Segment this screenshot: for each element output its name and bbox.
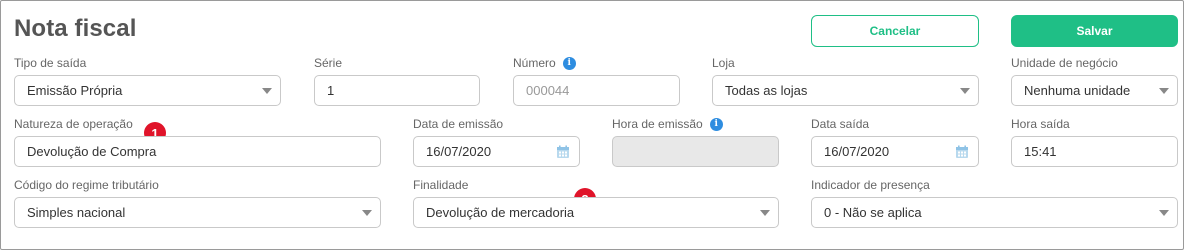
loja-value: Todas as lojas <box>725 83 808 98</box>
hora-emissao-input <box>612 136 779 167</box>
chevron-down-icon <box>760 210 770 216</box>
data-saida-value: 16/07/2020 <box>824 144 890 159</box>
info-icon[interactable]: i <box>562 56 576 70</box>
natureza-label: Natureza de operação <box>14 117 133 131</box>
loja-label: Loja <box>712 56 735 70</box>
finalidade-label: Finalidade <box>413 178 469 192</box>
serie-input[interactable]: 1 <box>314 75 480 106</box>
natureza-input[interactable]: Devolução de Compra <box>14 136 381 167</box>
hora-emissao-label: Hora de emissão i <box>612 117 723 131</box>
hora-saida-value: 15:41 <box>1024 144 1057 159</box>
unidade-value: Nenhuma unidade <box>1024 83 1131 98</box>
hora-saida-input[interactable]: 15:41 <box>1011 136 1178 167</box>
presenca-label: Indicador de presença <box>811 178 930 192</box>
finalidade-value: Devolução de mercadoria <box>426 205 575 220</box>
regime-value: Simples nacional <box>27 205 126 220</box>
data-emissao-value: 16/07/2020 <box>426 144 492 159</box>
chevron-down-icon <box>1159 88 1169 94</box>
data-saida-label: Data saída <box>811 117 870 131</box>
unidade-label: Unidade de negócio <box>1011 56 1118 70</box>
finalidade-select[interactable]: Devolução de mercadoria <box>413 197 779 228</box>
serie-value: 1 <box>327 83 335 98</box>
tipo-saida-value: Emissão Própria <box>27 83 123 98</box>
calendar-icon[interactable] <box>556 145 570 159</box>
tipo-saida-select[interactable]: Emissão Própria <box>14 75 281 106</box>
chevron-down-icon <box>362 210 372 216</box>
chevron-down-icon <box>960 88 970 94</box>
tipo-saida-label: Tipo de saída <box>14 56 87 70</box>
data-saida-input[interactable]: 16/07/2020 <box>811 136 979 167</box>
natureza-value: Devolução de Compra <box>27 144 157 159</box>
data-emissao-label: Data de emissão <box>413 117 504 131</box>
numero-label-text: Número <box>513 56 556 70</box>
regime-label: Código do regime tributário <box>14 178 159 192</box>
chevron-down-icon <box>1159 210 1169 216</box>
nota-fiscal-form: Nota fiscal Cancelar Salvar Tipo de saíd… <box>0 0 1184 250</box>
save-button[interactable]: Salvar <box>1011 15 1178 47</box>
data-emissao-input[interactable]: 16/07/2020 <box>413 136 580 167</box>
presenca-select[interactable]: 0 - Não se aplica <box>811 197 1178 228</box>
unidade-select[interactable]: Nenhuma unidade <box>1011 75 1178 106</box>
numero-label: Número i <box>513 56 576 70</box>
hora-emissao-label-text: Hora de emissão <box>612 117 703 131</box>
regime-select[interactable]: Simples nacional <box>14 197 381 228</box>
presenca-value: 0 - Não se aplica <box>824 205 922 220</box>
cancel-button[interactable]: Cancelar <box>811 15 979 47</box>
info-icon[interactable]: i <box>709 117 723 131</box>
chevron-down-icon <box>262 88 272 94</box>
numero-input[interactable]: 000044 <box>513 75 680 106</box>
serie-label: Série <box>314 56 343 70</box>
numero-placeholder: 000044 <box>526 83 570 98</box>
hora-saida-label: Hora saída <box>1011 117 1070 131</box>
calendar-icon[interactable] <box>955 145 969 159</box>
loja-select[interactable]: Todas as lojas <box>712 75 979 106</box>
page-title: Nota fiscal <box>14 15 137 42</box>
